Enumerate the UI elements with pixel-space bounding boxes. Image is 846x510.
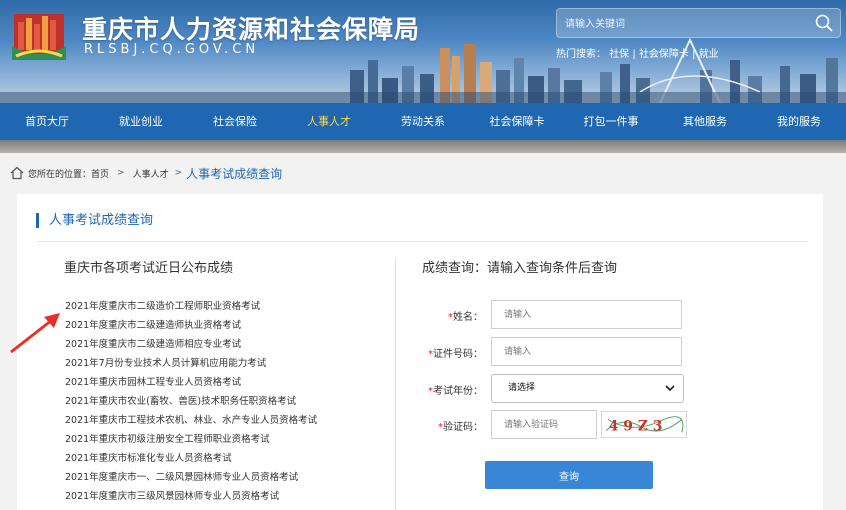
captcha-input[interactable] [491, 410, 597, 439]
site-title: 重庆市人力资源和社会保障局 [82, 15, 421, 44]
chevron-down-icon [665, 385, 675, 392]
exam-list-item[interactable]: 2021年重庆市初级注册安全工程师职业资格考试 [65, 430, 317, 449]
nav-item-my-services[interactable]: 我的服务 [752, 103, 846, 140]
exam-list-item[interactable]: 2021年度重庆市一、二级风景园林师专业人员资格考试 [65, 468, 317, 487]
main-nav: 首页大厅 就业创业 社会保险 人事人才 劳动关系 社会保障卡 打包一件事 其他服… [0, 103, 846, 140]
divider [37, 241, 807, 242]
column-divider [395, 258, 396, 510]
exam-list-item[interactable]: 2021年度重庆市二级建造师相应专业考试 [65, 335, 317, 354]
nav-item-other-services[interactable]: 其他服务 [658, 103, 752, 140]
breadcrumb-current: 人事考试成绩查询 [186, 166, 283, 181]
home-icon [10, 166, 24, 180]
exam-list-item[interactable]: 2021年度重庆市三级风景园林师专业人员资格考试 [65, 487, 317, 506]
query-title: 成绩查询：请输入查询条件后查询 [422, 261, 618, 276]
id-number-label: *证件号码： [428, 349, 483, 360]
breadcrumb: 您所在的位置： 首页 > 人事人才 > 人事考试成绩查询 [10, 163, 282, 183]
banner-strip [0, 140, 846, 153]
exam-list-item[interactable]: 2021年重庆市农业(畜牧、兽医)技术职务任职资格考试 [65, 392, 317, 411]
breadcrumb-personnel[interactable]: 人事人才 [133, 167, 169, 180]
exam-list: 2021年度重庆市二级造价工程师职业资格考试 2021年度重庆市二级建造师执业资… [65, 297, 317, 506]
section-title: 人事考试成绩查询 [36, 213, 153, 228]
nav-item-bundle[interactable]: 打包一件事 [564, 103, 658, 140]
name-input[interactable] [491, 300, 682, 329]
hot-word-link[interactable]: 就业 [699, 49, 719, 60]
exam-list-item[interactable]: 2021年度重庆市二级建造师执业资格考试 [65, 316, 317, 335]
hot-search: 热门搜索： 社保 | 社会保障卡 | 就业 [556, 49, 719, 60]
exam-list-item[interactable]: 2021年度重庆市二级造价工程师职业资格考试 [65, 297, 317, 316]
exam-list-item[interactable]: 2021年重庆市工程技术农机、林业、水产专业人员资格考试 [65, 411, 317, 430]
nav-item-employment[interactable]: 就业创业 [94, 103, 188, 140]
breadcrumb-separator: > [174, 168, 183, 178]
id-number-input[interactable] [491, 337, 682, 366]
nav-item-home[interactable]: 首页大厅 [0, 103, 94, 140]
search-icon[interactable] [814, 13, 834, 33]
site-domain: RLSBJ.CQ.GOV.CN [84, 42, 260, 57]
exam-year-select[interactable]: 请选择 [491, 374, 684, 403]
search-input[interactable] [565, 14, 805, 34]
hot-word-link[interactable]: 社会保障卡 [639, 49, 689, 60]
red-arrow-icon [10, 313, 60, 354]
exam-year-label: *考试年份： [428, 386, 483, 397]
hot-word-link[interactable]: 社保 [609, 49, 629, 60]
captcha-label: *验证码： [438, 422, 483, 433]
nav-item-social-card[interactable]: 社会保障卡 [470, 103, 564, 140]
exam-list-item[interactable]: 2021年重庆市标准化专业人员资格考试 [65, 449, 317, 468]
name-label: *姓名： [448, 312, 483, 323]
breadcrumb-home[interactable]: 首页 [91, 167, 109, 180]
exam-year-value: 请选择 [508, 383, 536, 393]
breadcrumb-separator: > [117, 168, 125, 178]
svg-text:4 9 Z 3: 4 9 Z 3 [609, 419, 663, 435]
nav-item-social-insurance[interactable]: 社会保险 [188, 103, 282, 140]
nav-item-personnel[interactable]: 人事人才 [282, 103, 376, 140]
nav-item-labor-relations[interactable]: 劳动关系 [376, 103, 470, 140]
query-button[interactable]: 查询 [485, 461, 653, 489]
header-banner: 重庆市人力资源和社会保障局 RLSBJ.CQ.GOV.CN 热门搜索： 社保 |… [0, 0, 846, 103]
recent-results-title: 重庆市各项考试近日公布成绩 [64, 261, 234, 276]
logo-icon [12, 14, 66, 60]
search-box [556, 8, 841, 38]
exam-list-item[interactable]: 2021年重庆市园林工程专业人员资格考试 [65, 373, 317, 392]
exam-list-item[interactable]: 2021年7月份专业技术人员计算机应用能力考试 [65, 354, 317, 373]
captcha-image[interactable]: 4 9 Z 3 [601, 411, 687, 438]
breadcrumb-prefix: 您所在的位置： [28, 169, 92, 180]
hot-search-label: 热门搜索： [556, 49, 606, 60]
